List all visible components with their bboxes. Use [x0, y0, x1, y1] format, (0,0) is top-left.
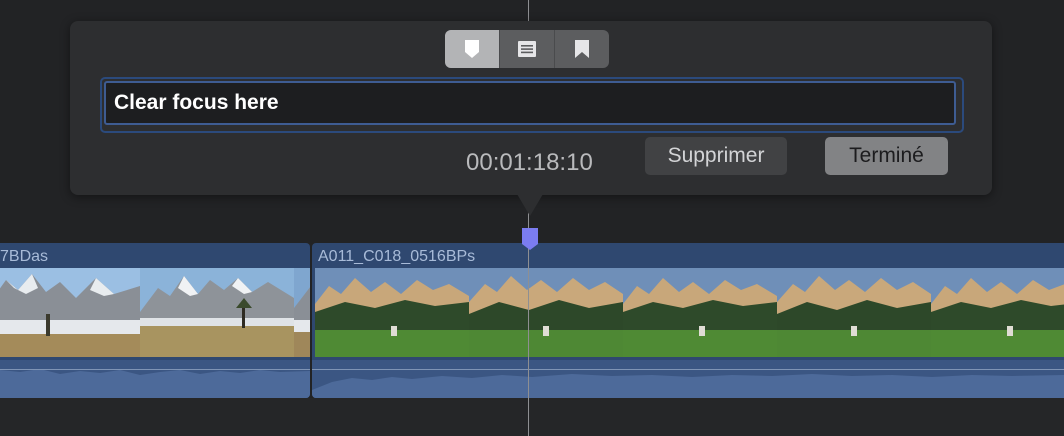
clip-thumbnail: [140, 268, 294, 357]
marker-type-selector: [445, 30, 609, 68]
clip-filmstrip: [315, 268, 1064, 357]
chapter-marker-button[interactable]: [554, 30, 609, 68]
clip-thumbnail: [315, 268, 469, 357]
delete-button[interactable]: Supprimer: [645, 137, 787, 175]
clip-title: 7BDas: [0, 248, 49, 265]
audio-waveform: [0, 360, 310, 398]
marker-popover: Clear focus here 00:01:18:10 Supprimer T…: [70, 21, 992, 195]
marker-icon[interactable]: [522, 228, 538, 255]
clip-thumbnail: [623, 268, 777, 357]
audio-volume-line[interactable]: [312, 369, 1064, 370]
clip-thumbnail: [0, 268, 140, 357]
clip-thumbnail: [469, 268, 623, 357]
standard-marker-button[interactable]: [445, 30, 499, 68]
bookmark-icon: [575, 40, 589, 58]
clip-thumbnail: [777, 268, 931, 357]
marker-name-field[interactable]: Clear focus here: [104, 81, 956, 125]
video-clip[interactable]: A011_C018_0516BPs: [312, 243, 1064, 398]
clip-filmstrip: [0, 268, 310, 357]
clip-title: A011_C018_0516BPs: [318, 248, 476, 265]
clip-thumbnail: [294, 268, 310, 357]
video-clip[interactable]: 7BDas: [0, 243, 310, 398]
popover-arrow: [517, 194, 543, 216]
audio-volume-line[interactable]: [0, 369, 310, 370]
marker-icon: [465, 40, 479, 58]
todo-marker-button[interactable]: [499, 30, 554, 68]
audio-waveform: [312, 360, 1064, 398]
marker-timecode: 00:01:18:10: [466, 149, 593, 176]
done-button[interactable]: Terminé: [825, 137, 948, 175]
timeline-empty-lane: [0, 398, 1064, 436]
list-icon: [518, 41, 536, 57]
clip-thumbnail: [931, 268, 1064, 357]
